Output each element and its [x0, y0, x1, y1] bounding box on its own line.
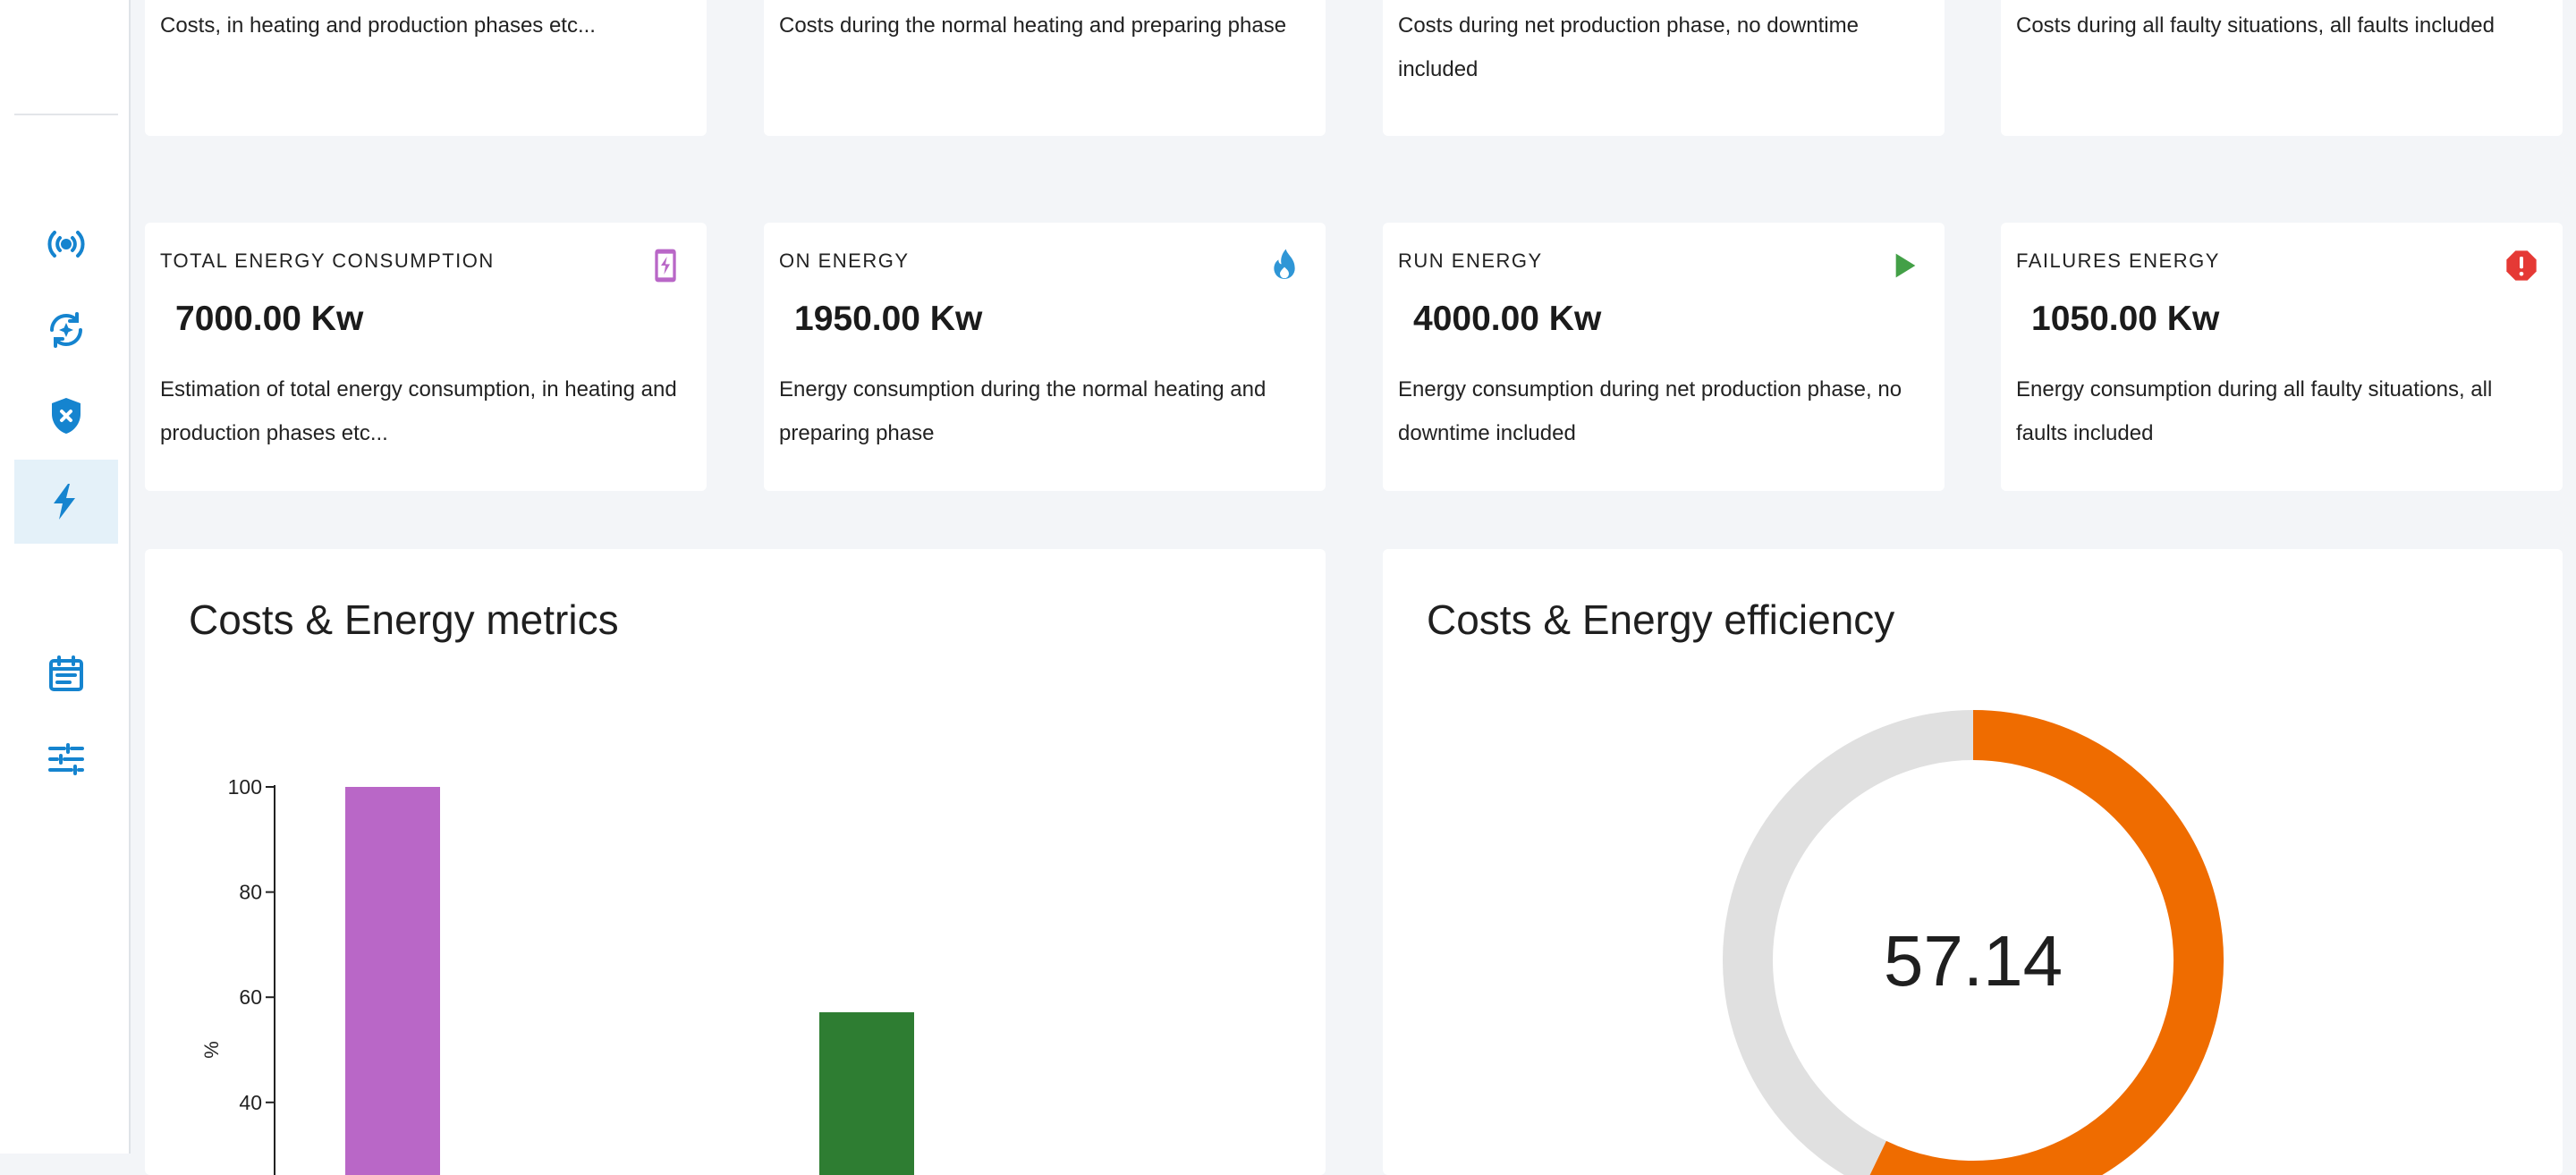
on-costs-card: Costs during the normal heating and prep…	[764, 0, 1326, 136]
y-tick-label: 80	[239, 881, 262, 904]
card-value: 7000.00 Kw	[175, 300, 364, 338]
sliders-icon	[48, 743, 84, 775]
failures-energy-card: FAILURES ENERGY 1050.00 Kw Energy consum…	[2001, 223, 2563, 491]
flame-icon	[1274, 249, 1295, 279]
shield-x-icon	[52, 398, 80, 434]
card-value: 1050.00 Kw	[2031, 300, 2220, 338]
card-description: Energy consumption during all faulty sit…	[2016, 377, 2493, 445]
card-description: Energy consumption during the normal hea…	[779, 377, 1267, 445]
card-title: ON ENERGY	[779, 249, 910, 272]
total-costs-card: Costs, in heating and production phases …	[145, 0, 707, 136]
play-icon	[1895, 253, 1916, 278]
y-tick-label: 40	[239, 1091, 262, 1114]
card-value: 1950.00 Kw	[794, 300, 983, 338]
card-title: RUN ENERGY	[1398, 249, 1543, 272]
run-energy-card: RUN ENERGY 4000.00 Kw Energy consumption…	[1383, 223, 1945, 491]
phone-charging-icon	[655, 249, 676, 283]
lightning-icon	[54, 484, 75, 520]
card-title: TOTAL ENERGY CONSUMPTION	[160, 249, 495, 272]
broadcast-icon	[47, 231, 85, 258]
sidebar-item-sync[interactable]	[14, 288, 118, 372]
run-costs-card: Costs during net production phase, no do…	[1383, 0, 1945, 136]
card-description: Estimation of total energy consumption, …	[160, 377, 677, 445]
sidebar-item-calendar[interactable]	[14, 631, 118, 715]
card-description: Costs during the normal heating and prep…	[779, 13, 1287, 38]
total-energy-card: TOTAL ENERGY CONSUMPTION 7000.00 Kw Esti…	[145, 223, 707, 491]
sidebar-item-settings[interactable]	[14, 717, 118, 801]
donut-center-value: 57.14	[1884, 921, 2063, 1001]
sidebar-item-energy[interactable]	[14, 460, 118, 544]
card-description: Costs during all faulty situations, all …	[2016, 13, 2495, 38]
sidebar-item-broadcast[interactable]	[14, 202, 118, 286]
card-description: Costs, in heating and production phases …	[160, 13, 596, 38]
sidebar-item-security[interactable]	[14, 374, 118, 458]
bar	[819, 1012, 914, 1175]
y-tick-label: 100	[228, 775, 262, 799]
efficiency-panel: Costs & Energy efficiency 57.14	[1383, 549, 2563, 1175]
efficiency-donut-chart: 57.14	[1723, 710, 2224, 1175]
on-energy-card: ON ENERGY 1950.00 Kw Energy consumption …	[764, 223, 1326, 491]
y-tick-label: 60	[239, 985, 262, 1009]
card-description: Costs during net production phase, no do…	[1398, 13, 1859, 81]
card-description: Energy consumption during net production…	[1398, 377, 1902, 445]
card-title: FAILURES ENERGY	[2016, 249, 2220, 272]
calendar-icon	[49, 655, 83, 691]
sidebar	[0, 0, 131, 1154]
failures-costs-card: Costs during all faulty situations, all …	[2001, 0, 2563, 136]
metrics-panel: Costs & Energy metrics 40 60 80 100%	[145, 549, 1326, 1175]
card-value: 4000.00 Kw	[1413, 300, 1602, 338]
bar	[345, 787, 440, 1175]
sidebar-divider	[14, 114, 118, 115]
metrics-bar-chart: 40 60 80 100%	[200, 775, 914, 1175]
y-axis-label: %	[200, 1041, 223, 1059]
error-icon	[2506, 250, 2537, 281]
sync-sparkle-icon	[50, 312, 82, 348]
